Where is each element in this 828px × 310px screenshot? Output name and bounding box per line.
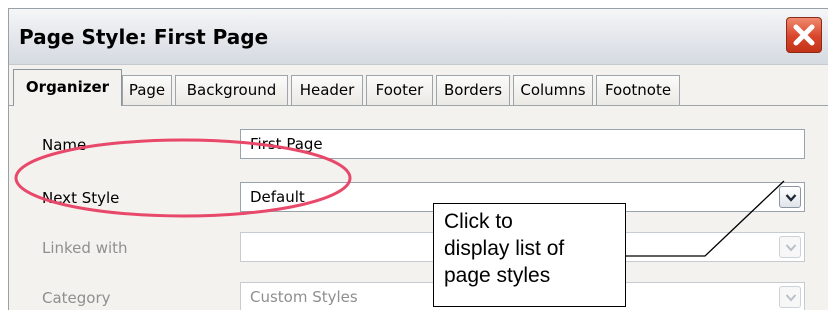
callout-line-2: display list of — [444, 237, 565, 260]
callout-line-1: Click to — [444, 210, 513, 233]
callout-line-3: page styles — [444, 264, 551, 287]
callout-pointer-line — [626, 180, 785, 257]
callout-pointer — [626, 180, 785, 257]
tab-organizer[interactable]: Organizer — [13, 69, 122, 106]
callout-box: Click to display list of page styles — [433, 203, 626, 307]
